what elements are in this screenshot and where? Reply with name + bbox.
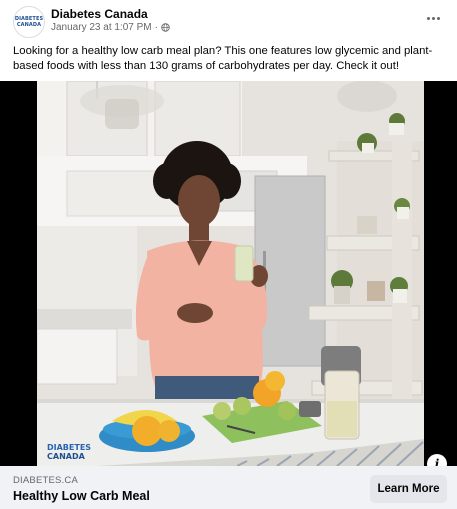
- kitchen-scene-illustration: [37, 81, 424, 466]
- watermark-text: DIABETES: [47, 443, 92, 452]
- link-headline[interactable]: Healthy Low Carb Meal: [13, 489, 150, 503]
- page-name-link[interactable]: Diabetes Canada: [51, 7, 148, 21]
- watermark-text: CANADA: [47, 452, 85, 461]
- more-options-button[interactable]: [423, 11, 443, 25]
- facebook-post: DIABETES CANADA Diabetes Canada January …: [0, 0, 457, 509]
- avatar-logo-text: CANADA: [16, 22, 42, 28]
- kitchen-photo: DIABETES CANADA: [37, 81, 424, 466]
- more-options-icon: [426, 16, 430, 20]
- link-preview[interactable]: DIABETES.CA Healthy Low Carb Meal Learn …: [0, 466, 457, 509]
- post-message: Looking for a healthy low carb meal plan…: [13, 45, 433, 72]
- post-meta: January 23 at 1:07 PM ·: [51, 22, 170, 33]
- globe-icon: [161, 23, 170, 32]
- meta-separator: ·: [154, 22, 158, 33]
- link-domain: DIABETES.CA: [13, 475, 79, 486]
- page-avatar[interactable]: DIABETES CANADA: [13, 6, 45, 38]
- learn-more-button[interactable]: Learn More: [370, 475, 447, 503]
- post-timestamp[interactable]: January 23 at 1:07 PM: [51, 22, 152, 33]
- post-image[interactable]: DIABETES CANADA: [0, 81, 457, 466]
- diabetes-canada-watermark: DIABETES CANADA: [47, 443, 91, 461]
